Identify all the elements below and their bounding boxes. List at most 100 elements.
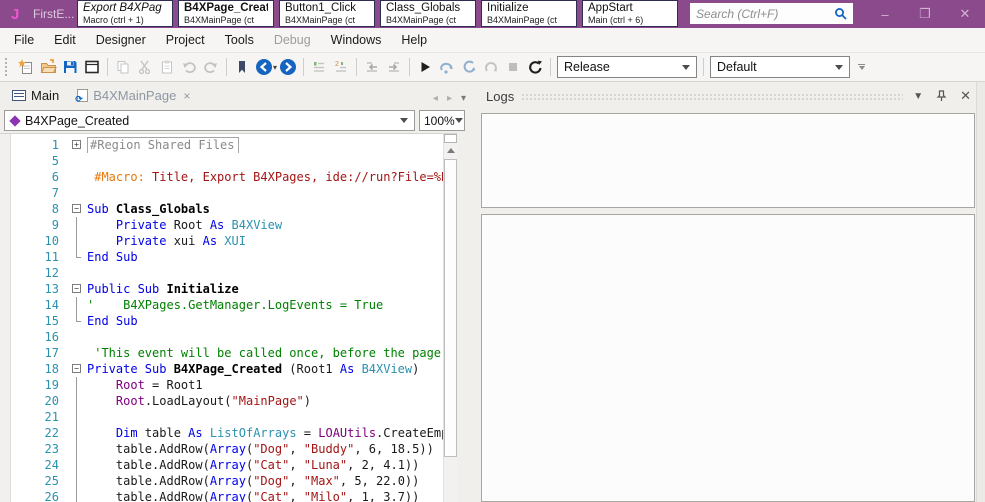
menu-tools[interactable]: Tools xyxy=(215,29,264,51)
open-project-button[interactable] xyxy=(37,56,59,78)
panel-menu-dropdown-icon[interactable]: ▼ xyxy=(910,91,926,102)
code-editor[interactable]: 1 + #Region Shared Files 5 6 #Macro: Title, … xyxy=(0,133,457,502)
tab-b4xmainpage-module[interactable]: B4XMainPage × xyxy=(69,84,200,108)
quick-nav-tab[interactable]: Export B4XPag Macro (ctrl + 1) xyxy=(77,0,173,27)
code-text[interactable] xyxy=(87,329,443,345)
code-text[interactable]: table.AddRow(Array("Dog", "Buddy", 6, 18… xyxy=(87,441,443,457)
code-text[interactable]: Public Sub Initialize xyxy=(87,281,443,297)
fold-column xyxy=(70,249,87,265)
step-over-button[interactable] xyxy=(436,56,458,78)
stop-button[interactable] xyxy=(502,56,524,78)
menu-file[interactable]: File xyxy=(4,29,44,51)
fold-guide-line xyxy=(76,217,77,233)
menu-project[interactable]: Project xyxy=(156,29,215,51)
code-text[interactable]: table.AddRow(Array("Cat", "Milo", 1, 3.7… xyxy=(87,489,443,502)
code-text[interactable]: Root.LoadLayout("MainPage") xyxy=(87,393,443,409)
code-text[interactable]: ' B4XPages.GetManager.LogEvents = True xyxy=(87,297,443,313)
menubar: File Edit Designer Project Tools Debug Windows… xyxy=(0,28,985,52)
minimize-button[interactable]: – xyxy=(865,0,905,28)
logs-secondary-area[interactable] xyxy=(481,214,975,502)
navigate-back-button[interactable] xyxy=(253,56,275,78)
editor-vertical-scrollbar[interactable] xyxy=(443,134,457,502)
tab-main-module[interactable]: Main xyxy=(4,84,69,108)
search-input[interactable]: Search (Ctrl+F) xyxy=(690,3,853,24)
code-text[interactable]: table.AddRow(Array("Dog", "Max", 5, 22.0… xyxy=(87,473,443,489)
close-button[interactable]: ✕ xyxy=(945,0,985,28)
redo-icon xyxy=(204,62,217,74)
code-text[interactable]: Dim table As ListOfArrays = LOAUtils.Cre… xyxy=(87,425,443,441)
step-into-button[interactable] xyxy=(458,56,480,78)
code-text[interactable]: #Macro: Title, Export B4XPages, ide://ru… xyxy=(87,169,443,185)
menu-debug[interactable]: Debug xyxy=(264,29,321,51)
quick-nav-tab[interactable]: Class_Globals B4XMainPage (ct xyxy=(380,0,476,27)
code-text[interactable] xyxy=(87,185,443,201)
cut-button[interactable] xyxy=(134,56,156,78)
scrollbar-thumb[interactable] xyxy=(444,159,457,457)
code-text[interactable] xyxy=(87,153,443,169)
indent-button[interactable] xyxy=(383,56,405,78)
code-text[interactable]: 'This event will be called once, before … xyxy=(87,345,443,361)
save-button[interactable] xyxy=(59,56,81,78)
toolbar-grip[interactable] xyxy=(5,58,11,76)
code-text[interactable]: table.AddRow(Array("Cat", "Luna", 2, 4.1… xyxy=(87,457,443,473)
collapse-region-icon[interactable]: − xyxy=(72,284,81,293)
code-text[interactable]: Sub Class_Globals xyxy=(87,201,443,217)
indent-icon xyxy=(389,62,400,72)
quick-nav-tab[interactable]: Button1_Click B4XMainPage (ct xyxy=(279,0,375,27)
panel-pin-icon[interactable] xyxy=(933,90,950,102)
uncomment-button[interactable]: 2 xyxy=(330,56,352,78)
code-text[interactable]: Private Sub B4XPage_Created (Root1 As B4… xyxy=(87,361,443,377)
build-profile-select[interactable]: Default xyxy=(710,56,851,78)
code-text[interactable] xyxy=(87,409,443,425)
tab-list-dropdown-icon[interactable]: ▾ xyxy=(461,93,466,104)
code-text[interactable]: End Sub xyxy=(87,313,443,329)
collapse-region-icon[interactable]: − xyxy=(72,204,81,213)
code-text[interactable]: End Sub xyxy=(87,249,443,265)
paste-button[interactable] xyxy=(156,56,178,78)
menu-edit[interactable]: Edit xyxy=(44,29,86,51)
expand-region-icon[interactable]: + xyxy=(72,140,81,149)
new-module-button[interactable] xyxy=(15,56,37,78)
scroll-tabs-left-icon[interactable]: ◂ xyxy=(433,93,438,104)
step-out-button[interactable] xyxy=(480,56,502,78)
code-line: 12 xyxy=(0,265,443,281)
navigate-forward-button[interactable] xyxy=(277,56,299,78)
fold-column xyxy=(70,489,87,502)
scroll-tabs-right-icon[interactable]: ▸ xyxy=(447,93,452,104)
code-text[interactable]: Root = Root1 xyxy=(87,377,443,393)
menu-help[interactable]: Help xyxy=(391,29,437,51)
logs-output-area[interactable] xyxy=(481,113,975,208)
undo-button[interactable] xyxy=(178,56,200,78)
maximize-button[interactable]: ❐ xyxy=(905,0,945,28)
split-view-grip[interactable] xyxy=(444,134,457,143)
rebuild-button[interactable] xyxy=(524,56,546,78)
comment-button[interactable] xyxy=(308,56,330,78)
panel-close-icon[interactable]: ✕ xyxy=(957,88,974,104)
copy-button[interactable] xyxy=(112,56,134,78)
menu-windows[interactable]: Windows xyxy=(321,29,392,51)
code-text[interactable]: #Region Shared Files xyxy=(87,137,443,153)
uncomment-icon: 2 xyxy=(335,61,347,72)
bookmark-button[interactable] xyxy=(231,56,253,78)
code-text[interactable]: Private Root As B4XView xyxy=(87,217,443,233)
run-button[interactable] xyxy=(414,56,436,78)
designer-button[interactable] xyxy=(81,56,103,78)
panel-drag-texture[interactable] xyxy=(521,92,904,102)
quick-nav-tab[interactable]: AppStart Main (ctrl + 6) xyxy=(582,0,678,27)
menu-designer[interactable]: Designer xyxy=(86,29,156,51)
code-text[interactable]: Private xui As XUI xyxy=(87,233,443,249)
redo-button[interactable] xyxy=(200,56,222,78)
outdent-button[interactable] xyxy=(361,56,383,78)
editor-zoom-select[interactable]: 100% xyxy=(419,110,465,131)
build-configuration-select[interactable]: Release xyxy=(557,56,698,78)
scroll-up-button[interactable] xyxy=(444,143,457,157)
docked-panel-strip xyxy=(976,82,985,502)
close-tab-icon[interactable]: × xyxy=(183,89,190,103)
toolbar-overflow-button[interactable] xyxy=(858,64,866,70)
quick-nav-tab[interactable]: B4XPage_Creat B4XMainPage (ct xyxy=(178,0,274,27)
fold-column xyxy=(70,441,87,457)
quick-nav-tab[interactable]: Initialize B4XMainPage (ct xyxy=(481,0,577,27)
collapse-region-icon[interactable]: − xyxy=(72,364,81,373)
code-text[interactable] xyxy=(87,265,443,281)
member-selector[interactable]: B4XPage_Created xyxy=(4,110,415,131)
